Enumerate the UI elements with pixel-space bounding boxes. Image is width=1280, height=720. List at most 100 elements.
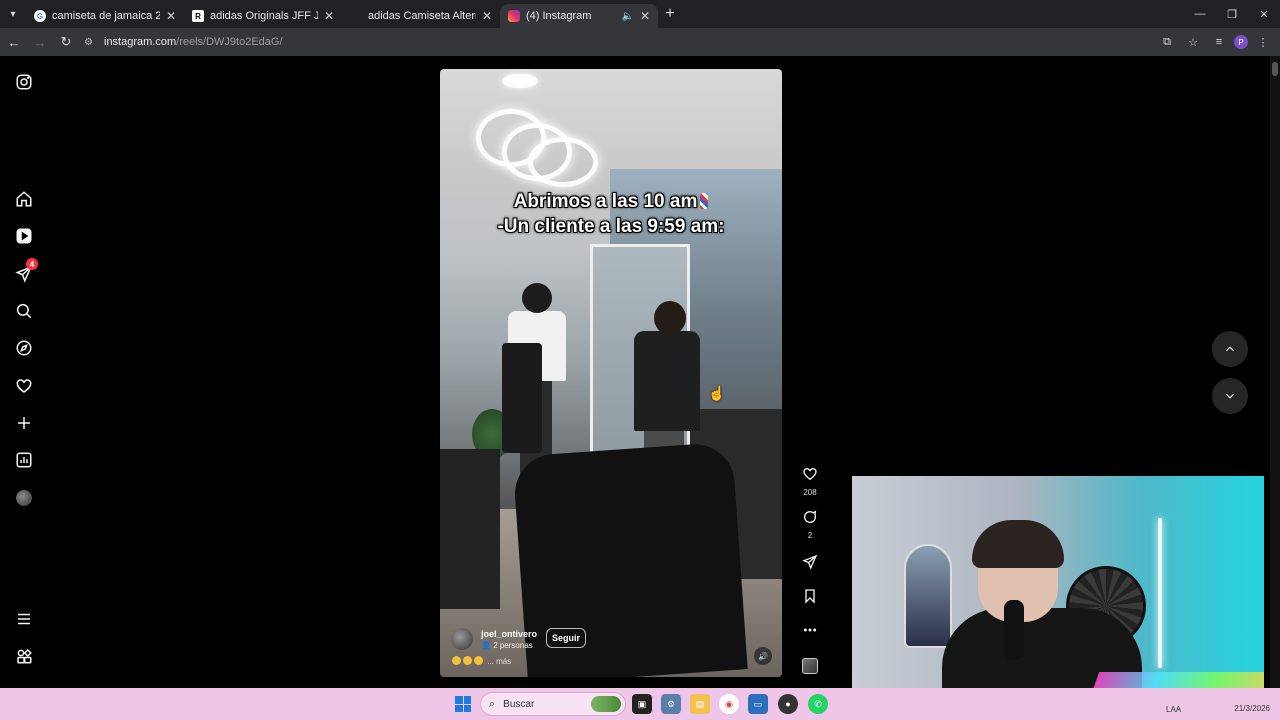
instagram-logo-icon[interactable] bbox=[14, 72, 34, 92]
media-control-icon[interactable]: ≡ bbox=[1208, 31, 1230, 53]
clock-date: 21/3/2026 bbox=[1234, 704, 1270, 713]
collaborators[interactable]: 👤 2 personas bbox=[481, 641, 537, 650]
next-reel-button[interactable] bbox=[1212, 378, 1248, 414]
light-bar bbox=[1158, 518, 1162, 668]
profile-avatar[interactable]: P bbox=[1234, 35, 1248, 49]
new-tab-button[interactable]: + bbox=[658, 5, 682, 23]
browser-tab-strip: ▾ G camiseta de jamaica 2026 amar ✕ R ad… bbox=[0, 0, 1280, 28]
home-icon[interactable] bbox=[14, 189, 34, 209]
notifications-icon[interactable] bbox=[14, 376, 34, 396]
like-count: 208 bbox=[803, 488, 817, 497]
original-audio-thumbnail[interactable] bbox=[798, 658, 822, 674]
obs-icon[interactable]: ● bbox=[778, 694, 798, 714]
tab-instagram[interactable]: (4) Instagram 🔈 ✕ bbox=[500, 4, 658, 28]
tab-google-search[interactable]: G camiseta de jamaica 2026 amar ✕ bbox=[26, 4, 184, 28]
streamer-hair bbox=[972, 520, 1064, 568]
audio-playing-icon[interactable]: 🔈 bbox=[621, 11, 633, 22]
instagram-icon bbox=[508, 10, 520, 22]
taskbar-search[interactable]: ⌕ Buscar bbox=[480, 692, 626, 716]
system-clock[interactable]: 21/3/2026 bbox=[1234, 692, 1270, 714]
more-menu-icon[interactable] bbox=[14, 609, 34, 629]
mirror bbox=[904, 544, 952, 648]
avatar bbox=[16, 490, 32, 506]
barber-pole-icon bbox=[700, 193, 709, 209]
windows-start-icon[interactable] bbox=[455, 696, 471, 712]
emoji-icon bbox=[452, 656, 461, 665]
save-button[interactable] bbox=[798, 588, 822, 609]
tab-title: (4) Instagram bbox=[526, 10, 592, 22]
address-bar[interactable]: ⚙ instagram.com/reels/DWJ9to2EdaG/ bbox=[84, 31, 1144, 53]
restore-icon[interactable]: ❐ bbox=[1216, 0, 1248, 28]
like-button[interactable]: 208 bbox=[798, 466, 822, 497]
file-explorer-icon[interactable]: ▤ bbox=[690, 694, 710, 714]
tab-close-icon[interactable]: ✕ bbox=[166, 9, 176, 23]
reel-video[interactable]: Abrimos a las 10 am -Un cliente a las 9:… bbox=[440, 69, 782, 677]
tab-title: adidas Camiseta Alternativa de bbox=[368, 10, 476, 22]
chrome-icon[interactable]: ◉ bbox=[719, 694, 739, 714]
profile-avatar[interactable] bbox=[14, 488, 34, 508]
tab-close-icon[interactable]: ✕ bbox=[482, 9, 492, 23]
dashboard-icon[interactable] bbox=[14, 450, 34, 470]
forward-arrow-icon[interactable]: → bbox=[28, 30, 52, 54]
caption-line-1: Abrimos a las 10 am bbox=[513, 191, 698, 212]
tab-close-icon[interactable]: ✕ bbox=[324, 9, 334, 23]
url-host: instagram.com bbox=[104, 36, 177, 48]
windows-taskbar: ⌕ Buscar ▣ ⚙ ▤ ◉ ▭ ● ✆ LAA 21/3/2026 bbox=[0, 688, 1280, 720]
notification-badge: 4 bbox=[26, 258, 38, 270]
explore-icon[interactable] bbox=[14, 338, 34, 358]
tab-close-icon[interactable]: ✕ bbox=[640, 9, 650, 23]
site-settings-icon[interactable]: ⚙ bbox=[84, 37, 98, 48]
tab-adidas-camiseta[interactable]: adidas Camiseta Alternativa de ✕ bbox=[342, 4, 500, 28]
emoji-icon bbox=[463, 656, 472, 665]
chevron-down-icon bbox=[1226, 393, 1234, 399]
comment-icon bbox=[804, 510, 817, 523]
barber-chair-left bbox=[440, 449, 500, 609]
follow-button[interactable]: Seguir bbox=[546, 628, 587, 648]
screen: ▾ G camiseta de jamaica 2026 amar ✕ R ad… bbox=[0, 0, 1280, 720]
google-icon: G bbox=[34, 10, 46, 22]
previous-reel-button[interactable] bbox=[1212, 331, 1248, 367]
search-highlight-icon bbox=[591, 696, 621, 712]
browser-toolbar: ← → ↻ ⚙ instagram.com/reels/DWJ9to2EdaG/… bbox=[0, 28, 1280, 56]
send-icon bbox=[802, 554, 818, 570]
also-from-meta-icon[interactable] bbox=[14, 646, 34, 666]
share-button[interactable] bbox=[798, 554, 822, 575]
tab-adidas-originals[interactable]: R adidas Originals JFF Jamaica 26 ✕ bbox=[184, 4, 342, 28]
hand-cursor-icon: ☝ bbox=[708, 385, 726, 401]
url-path: /reels/DWJ9to2EdaG/ bbox=[176, 36, 283, 48]
reload-icon[interactable]: ↻ bbox=[54, 30, 78, 54]
comment-button[interactable]: 2 bbox=[798, 509, 822, 540]
create-icon[interactable] bbox=[14, 413, 34, 433]
chrome-menu-icon[interactable]: ⋮ bbox=[1252, 31, 1274, 53]
heart-icon bbox=[803, 467, 817, 481]
app-icon[interactable]: ▭ bbox=[748, 694, 768, 714]
reel-author[interactable]: joel_ontivero 👤 2 personas bbox=[451, 628, 537, 650]
volume-icon[interactable]: 🔊 bbox=[754, 647, 772, 665]
minimize-icon[interactable]: — bbox=[1184, 0, 1216, 28]
tab-search-button[interactable]: ▾ bbox=[0, 0, 26, 28]
reel-description[interactable]: ... más bbox=[452, 656, 511, 666]
reel-username[interactable]: joel_ontivero bbox=[481, 629, 537, 639]
people-icon: 👤 bbox=[481, 640, 494, 650]
input-language[interactable]: LAA bbox=[1166, 705, 1181, 714]
settings-icon[interactable]: ⚙ bbox=[661, 694, 681, 714]
close-window-icon[interactable]: ✕ bbox=[1248, 0, 1280, 28]
adidas-icon bbox=[350, 10, 362, 22]
more-options-icon[interactable] bbox=[798, 622, 822, 643]
install-app-icon[interactable]: ⧉ bbox=[1156, 31, 1178, 53]
messages-icon[interactable]: 4 bbox=[14, 258, 38, 284]
scrollbar-thumb[interactable] bbox=[1272, 62, 1278, 76]
whatsapp-icon[interactable]: ✆ bbox=[808, 694, 828, 714]
toolbar-actions: ⧉ ☆ ≡ P ⋮ bbox=[1156, 31, 1274, 53]
bookmark-icon bbox=[805, 589, 815, 604]
bookmark-star-icon[interactable]: ☆ bbox=[1182, 31, 1204, 53]
caption-line-2: -Un cliente a las 9:59 am: bbox=[497, 216, 725, 237]
more-link[interactable]: ... más bbox=[487, 657, 511, 666]
scrollbar[interactable] bbox=[1270, 56, 1280, 688]
reels-icon[interactable] bbox=[14, 226, 34, 246]
task-view-icon[interactable]: ▣ bbox=[632, 694, 652, 714]
search-icon[interactable] bbox=[14, 301, 34, 321]
back-arrow-icon[interactable]: ← bbox=[2, 30, 26, 54]
microphone bbox=[1004, 600, 1024, 660]
avatar[interactable] bbox=[451, 628, 473, 650]
